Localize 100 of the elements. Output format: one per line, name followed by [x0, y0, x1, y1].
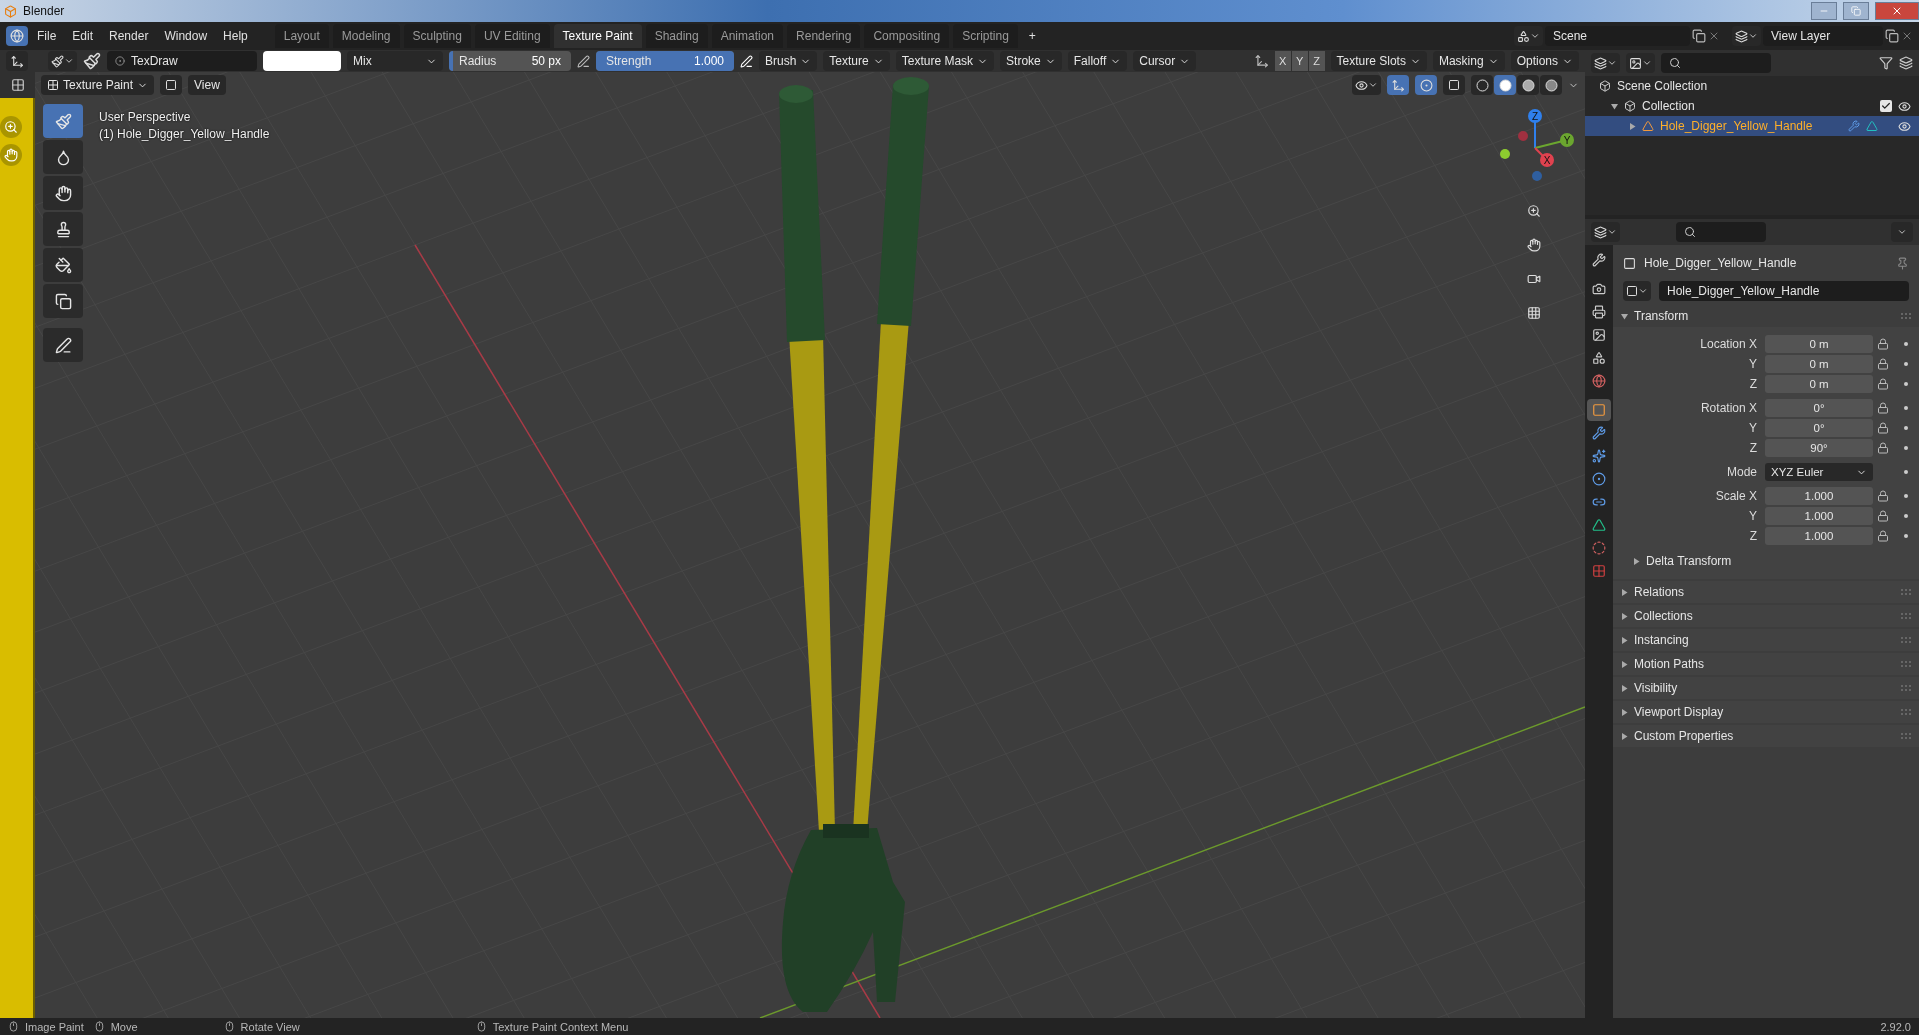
header-menu[interactable]: Cursor: [1133, 51, 1197, 71]
gizmo-axis-handle[interactable]: X: [1534, 147, 1554, 167]
maximize-button[interactable]: [1843, 2, 1869, 20]
mirror-axis-toggle[interactable]: Y: [1291, 51, 1308, 71]
disclosure-triangle-icon[interactable]: [1621, 312, 1628, 320]
new-collection-icon[interactable]: [1899, 56, 1913, 70]
menu-item[interactable]: Render: [102, 26, 156, 46]
add-workspace-button[interactable]: +: [1021, 26, 1043, 46]
lock-icon[interactable]: [1877, 510, 1889, 522]
tool-button[interactable]: [43, 212, 83, 246]
lock-icon[interactable]: [1877, 442, 1889, 454]
panel-header[interactable]: Custom Properties: [1613, 725, 1919, 747]
view-layer-selector-button[interactable]: [1732, 26, 1761, 46]
disclosure-triangle-icon[interactable]: [1633, 557, 1640, 565]
lock-icon[interactable]: [1877, 402, 1889, 414]
workspace-tab[interactable]: Modeling: [332, 24, 400, 48]
close-icon[interactable]: [1708, 30, 1720, 42]
zoom-icon[interactable]: [0, 116, 22, 138]
overlay-toggle-button[interactable]: [1415, 75, 1437, 95]
view-layer-field[interactable]: View Layer: [1763, 26, 1883, 46]
disclosure-triangle-icon[interactable]: [1611, 102, 1618, 110]
editor-type-button[interactable]: [1591, 222, 1620, 242]
keyframe-dot[interactable]: [1904, 426, 1908, 430]
keyframe-dot[interactable]: [1904, 406, 1908, 410]
view-filter-button[interactable]: [1626, 53, 1655, 73]
disclosure-triangle-icon[interactable]: [1621, 612, 1628, 620]
scene-selector-button[interactable]: [1514, 26, 1543, 46]
mirror-axis-toggle[interactable]: Z: [1308, 51, 1325, 71]
app-menu-button[interactable]: [6, 26, 28, 46]
scene-name-field[interactable]: Scene: [1545, 26, 1690, 46]
gizmo-axis-handle[interactable]: Y: [1534, 133, 1574, 149]
strength-slider[interactable]: Strength 1.000: [596, 51, 734, 71]
workspace-tab[interactable]: UV Editing: [474, 24, 550, 48]
shading-mode-button[interactable]: [1517, 75, 1539, 95]
keyframe-dot[interactable]: [1904, 342, 1908, 346]
mode-dropdown[interactable]: Texture Paint: [41, 75, 155, 95]
menu-item[interactable]: Help: [216, 26, 255, 46]
duplicate-icon[interactable]: [1692, 29, 1706, 43]
workspace-tab[interactable]: Shading: [645, 24, 708, 48]
disclosure-triangle-icon[interactable]: [1621, 684, 1628, 692]
close-icon[interactable]: [1901, 30, 1913, 42]
header-menu[interactable]: Texture Mask: [895, 51, 995, 71]
shading-mode-button[interactable]: [1471, 75, 1493, 95]
keyframe-dot[interactable]: [1904, 446, 1908, 450]
properties-tab[interactable]: [1587, 399, 1611, 421]
workspace-tab[interactable]: Sculpting: [403, 24, 471, 48]
panel-header[interactable]: Motion Paths: [1613, 653, 1919, 675]
lock-icon[interactable]: [1877, 338, 1889, 350]
tool-button[interactable]: [43, 284, 83, 318]
tool-button[interactable]: [43, 248, 83, 282]
object-browse-button[interactable]: [1623, 281, 1651, 301]
number-field[interactable]: 0 m: [1765, 375, 1873, 393]
lock-icon[interactable]: [1877, 530, 1889, 542]
workspace-tab[interactable]: Compositing: [864, 24, 950, 48]
outliner-row[interactable]: Scene Collection: [1585, 76, 1919, 96]
panel-header[interactable]: Viewport Display: [1613, 701, 1919, 723]
gizmo-toggle-button[interactable]: [1387, 75, 1409, 95]
panel-header[interactable]: Visibility: [1613, 677, 1919, 699]
keyframe-dot[interactable]: [1904, 382, 1908, 386]
keyframe-dot[interactable]: [1904, 494, 1908, 498]
menu-item[interactable]: File: [30, 26, 64, 46]
number-field[interactable]: 90°: [1765, 439, 1873, 457]
tool-button[interactable]: [43, 140, 83, 174]
gizmo-negative-handle[interactable]: [1532, 171, 1542, 181]
pressure-icon[interactable]: [577, 54, 590, 68]
duplicate-icon[interactable]: [1885, 29, 1899, 43]
number-field[interactable]: 0 m: [1765, 335, 1873, 353]
header-menu[interactable]: Falloff: [1067, 51, 1128, 71]
workspace-tab[interactable]: Scripting: [953, 24, 1018, 48]
display-mode-button[interactable]: [1591, 53, 1620, 73]
workspace-tab[interactable]: Texture Paint: [553, 24, 642, 48]
lock-icon[interactable]: [1877, 378, 1889, 390]
shading-mode-button[interactable]: [1540, 75, 1562, 95]
lock-icon[interactable]: [1877, 422, 1889, 434]
mirror-axis-toggle[interactable]: X: [1274, 51, 1291, 71]
minimize-button[interactable]: [1811, 2, 1837, 20]
header-menu[interactable]: Stroke: [1000, 51, 1062, 71]
tool-button[interactable]: [43, 328, 83, 362]
view-menu[interactable]: View: [188, 75, 226, 95]
header-menu[interactable]: Brush: [759, 51, 818, 71]
checker-icon[interactable]: [10, 78, 25, 92]
header-menu[interactable]: Masking: [1432, 51, 1505, 71]
mode-dropdown[interactable]: XYZ Euler: [1765, 463, 1873, 481]
brush-name-field[interactable]: TexDraw: [107, 51, 257, 71]
outliner-row[interactable]: Hole_Digger_Yellow_Handle: [1585, 116, 1919, 136]
eye-icon[interactable]: [1898, 119, 1911, 133]
number-field[interactable]: 1.000: [1765, 507, 1873, 525]
search-field[interactable]: [1661, 53, 1771, 73]
search-field[interactable]: [1676, 222, 1766, 242]
number-field[interactable]: 0 m: [1765, 355, 1873, 373]
panel-header[interactable]: Collections: [1613, 605, 1919, 627]
radius-slider[interactable]: Radius 50 px: [449, 51, 571, 71]
disclosure-triangle-icon[interactable]: [1621, 708, 1628, 716]
keyframe-dot[interactable]: [1904, 470, 1908, 474]
xray-toggle-button[interactable]: [1443, 75, 1465, 95]
editor-type-button[interactable]: [6, 51, 28, 71]
keyframe-dot[interactable]: [1904, 534, 1908, 538]
menu-item[interactable]: Window: [157, 26, 215, 46]
shading-mode-button[interactable]: [1494, 75, 1516, 95]
pin-icon[interactable]: [1896, 256, 1909, 270]
